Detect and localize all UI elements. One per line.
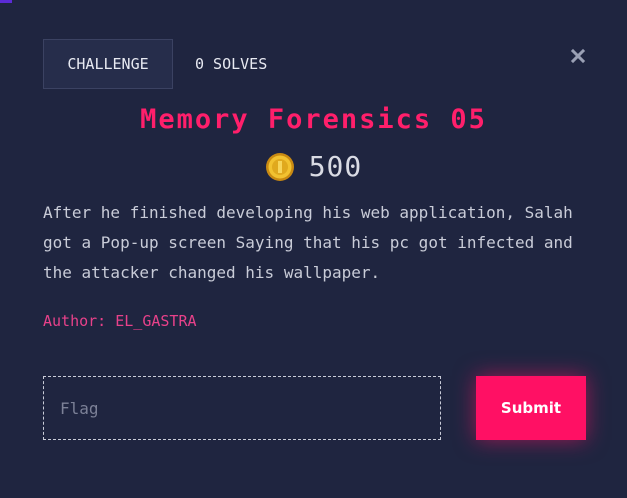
challenge-points: 500 — [0, 150, 627, 183]
points-value: 500 — [308, 150, 363, 183]
challenge-title: Memory Forensics 05 — [140, 104, 487, 135]
top-edge-accent — [0, 0, 12, 3]
modal-tabs: CHALLENGE 0 SOLVES — [43, 39, 267, 89]
challenge-modal: CHALLENGE 0 SOLVES Memory Forensics 05 5… — [0, 0, 627, 498]
submit-button[interactable]: Submit — [476, 376, 586, 440]
challenge-author: Author: EL_GASTRA — [43, 312, 197, 330]
challenge-description: After he finished developing his web app… — [43, 203, 573, 282]
close-icon[interactable] — [568, 46, 588, 66]
flag-input[interactable] — [43, 376, 441, 440]
tab-challenge[interactable]: CHALLENGE — [43, 39, 173, 89]
coin-icon — [265, 152, 294, 181]
tab-solves[interactable]: 0 SOLVES — [195, 55, 267, 73]
